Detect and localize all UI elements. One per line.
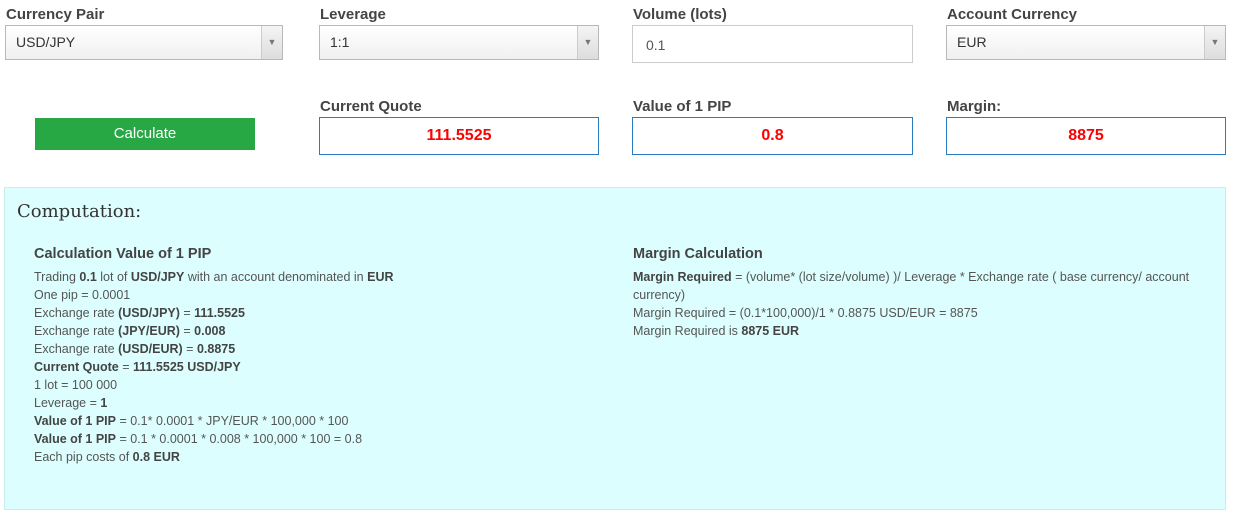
- text: = 0.1 * 0.0001 * 0.008 * 100,000 * 100 =…: [115, 432, 363, 446]
- margin-output: 8875: [946, 117, 1226, 155]
- computation-line: One pip = 0.0001: [34, 286, 454, 304]
- bold-text: 0.8875: [196, 342, 236, 356]
- computation-line: Value of 1 PIP = 0.1* 0.0001 * JPY/EUR *…: [34, 412, 454, 430]
- bold-text: (JPY/EUR): [118, 324, 180, 338]
- text: Exchange rate: [34, 342, 119, 356]
- pip-calculation-section: Calculation Value of 1 PIP Trading 0.1 l…: [34, 245, 454, 466]
- bold-text: Value of 1 PIP: [34, 414, 116, 428]
- bold-text: 8875 EUR: [741, 324, 800, 338]
- computation-line: Margin Required = (0.1*100,000)/1 * 0.88…: [633, 304, 1193, 322]
- computation-line: Margin Required is 8875 EUR: [633, 322, 1193, 340]
- bold-text: Margin Required: [633, 270, 732, 284]
- bold-text: Value of 1 PIP: [34, 432, 116, 446]
- account-currency-label: Account Currency: [947, 6, 1078, 23]
- currency-pair-select[interactable]: USD/JPY ▼: [5, 25, 283, 60]
- bold-text: 0.1: [79, 270, 97, 284]
- computation-line: 1 lot = 100 000: [34, 376, 454, 394]
- text: Leverage =: [34, 396, 101, 410]
- leverage-select[interactable]: 1:1 ▼: [319, 25, 599, 60]
- computation-panel: Computation: Calculation Value of 1 PIP …: [4, 187, 1226, 510]
- text: One pip = 0.0001: [34, 288, 131, 302]
- text: Margin Required = (0.1*100,000)/1 * 0.88…: [633, 306, 978, 320]
- text: Trading: [34, 270, 80, 284]
- bold-text: Current Quote: [34, 360, 119, 374]
- computation-line: Current Quote = 111.5525 USD/JPY: [34, 358, 454, 376]
- computation-line: Leverage = 1: [34, 394, 454, 412]
- chevron-down-icon[interactable]: ▼: [577, 26, 598, 59]
- pip-value-output: 0.8: [632, 117, 913, 155]
- text: Exchange rate: [34, 324, 119, 338]
- text: =: [118, 360, 133, 374]
- computation-line: Trading 0.1 lot of USD/JPY with an accou…: [34, 268, 454, 286]
- volume-label: Volume (lots): [633, 6, 727, 23]
- bold-text: 1: [100, 396, 108, 410]
- text: with an account denominated in: [184, 270, 368, 284]
- calculate-button[interactable]: Calculate: [35, 118, 255, 150]
- margin-calculation-heading: Margin Calculation: [633, 246, 763, 262]
- margin-calculation-lines: Margin Required = (volume* (lot size/vol…: [633, 268, 1193, 340]
- bold-text: (USD/JPY): [118, 306, 180, 320]
- account-currency-value: EUR: [957, 34, 987, 50]
- volume-input[interactable]: 0.1: [632, 25, 913, 63]
- bold-text: EUR: [367, 270, 394, 284]
- bold-text: 111.5525 USD/JPY: [132, 360, 241, 374]
- computation-line: Value of 1 PIP = 0.1 * 0.0001 * 0.008 * …: [34, 430, 454, 448]
- bold-text: USD/JPY: [130, 270, 185, 284]
- chevron-down-icon[interactable]: ▼: [261, 26, 282, 59]
- text: lot of: [96, 270, 131, 284]
- text: Each pip costs of: [34, 450, 133, 464]
- text: Margin Required is: [633, 324, 742, 338]
- computation-line: Exchange rate (USD/EUR) = 0.8875: [34, 340, 454, 358]
- bold-text: 0.8 EUR: [132, 450, 180, 464]
- bold-text: 0.008: [194, 324, 226, 338]
- current-quote-label: Current Quote: [320, 98, 422, 115]
- currency-pair-value: USD/JPY: [16, 34, 76, 50]
- computation-line: Exchange rate (JPY/EUR) = 0.008: [34, 322, 454, 340]
- computation-line: Exchange rate (USD/JPY) = 111.5525: [34, 304, 454, 322]
- computation-line: Each pip costs of 0.8 EUR: [34, 448, 454, 466]
- computation-line: Margin Required = (volume* (lot size/vol…: [633, 268, 1193, 304]
- text: Exchange rate: [34, 306, 119, 320]
- account-currency-select[interactable]: EUR ▼: [946, 25, 1226, 60]
- margin-calculation-section: Margin Calculation Margin Required = (vo…: [633, 245, 1193, 340]
- text: = 0.1* 0.0001 * JPY/EUR * 100,000 * 100: [115, 414, 349, 428]
- pip-value-label: Value of 1 PIP: [633, 98, 732, 115]
- current-quote-output: 111.5525: [319, 117, 599, 155]
- bold-text: 111.5525: [194, 306, 245, 320]
- leverage-value: 1:1: [330, 34, 350, 50]
- text: =: [179, 324, 195, 338]
- chevron-down-icon[interactable]: ▼: [1204, 26, 1225, 59]
- text: 1 lot = 100 000: [34, 378, 118, 392]
- bold-text: (USD/EUR): [118, 342, 183, 356]
- text: =: [179, 306, 195, 320]
- margin-label: Margin:: [947, 98, 1002, 115]
- leverage-label: Leverage: [320, 6, 386, 23]
- pip-calculation-heading: Calculation Value of 1 PIP: [34, 246, 212, 262]
- pip-calculation-lines: Trading 0.1 lot of USD/JPY with an accou…: [34, 268, 454, 466]
- text: =: [182, 342, 197, 356]
- computation-title: Computation:: [17, 201, 142, 222]
- currency-pair-label: Currency Pair: [6, 6, 105, 23]
